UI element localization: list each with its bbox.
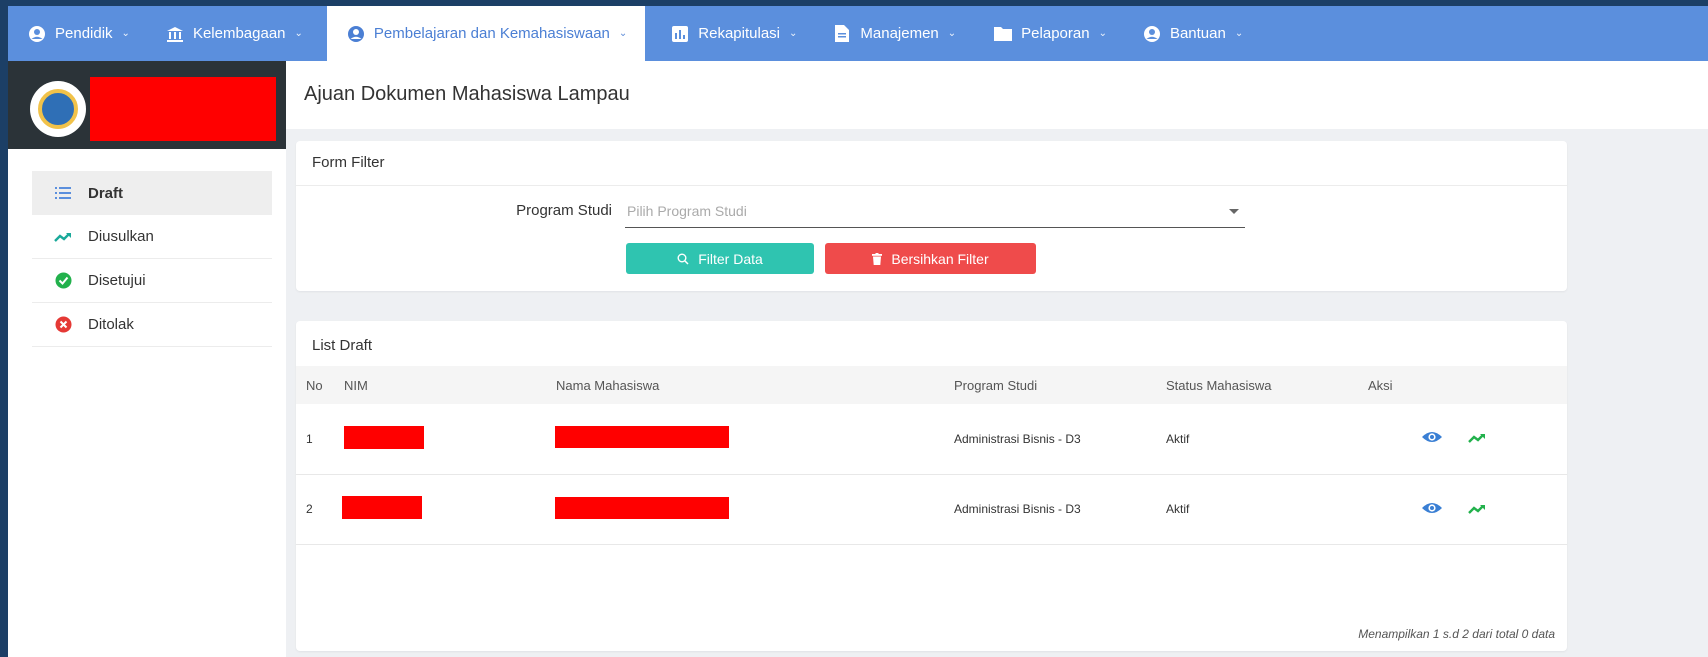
chevron-down-icon: ⌄ <box>121 28 130 39</box>
trash-icon <box>872 252 883 265</box>
program-studi-label: Program Studi <box>516 202 612 219</box>
sidebar: Draft Diusulkan Disetujui Ditolak <box>8 61 286 657</box>
table-row: 1 Administrasi Bisnis - D3 Aktif <box>296 404 1567 474</box>
redacted-student-name <box>555 496 729 519</box>
filter-data-label: Filter Data <box>698 250 763 267</box>
chevron-down-icon: ⌄ <box>1234 28 1244 39</box>
sidebar-item-ditolak[interactable]: Ditolak <box>32 303 272 347</box>
column-header: NIM <box>344 377 368 393</box>
table-row: 2 Administrasi Bisnis - D3 Aktif <box>296 474 1567 544</box>
user-circle-icon <box>347 25 365 43</box>
trend-arrow-icon <box>54 231 72 243</box>
program-studi-placeholder: Pilih Program Studi <box>627 203 747 219</box>
status-cell: Aktif <box>1166 431 1190 446</box>
sidebar-item-label: Draft <box>88 184 124 202</box>
sidebar-item-disetujui[interactable]: Disetujui <box>32 259 272 303</box>
nav-pelaporan[interactable]: Pelaporan ⌄ <box>970 6 1121 61</box>
nav-bantuan[interactable]: Bantuan ⌄ <box>1121 6 1257 61</box>
institution-logo <box>30 81 86 137</box>
nav-pembelajaran[interactable]: Pembelajaran dan Kemahasiswaan ⌄ <box>326 6 646 61</box>
clear-filter-label: Bersihkan Filter <box>891 250 989 267</box>
nav-kelembagaan[interactable]: Kelembagaan ⌄ <box>144 6 317 61</box>
nav-label: Pembelajaran dan Kemahasiswaan <box>373 25 610 42</box>
sidebar-item-label: Diusulkan <box>88 228 154 245</box>
caret-down-icon <box>1229 208 1239 214</box>
program-studi-cell: Administrasi Bisnis - D3 <box>954 502 1081 516</box>
redacted-nim <box>344 425 424 449</box>
nav-label: Rekapitulasi <box>698 25 780 42</box>
clear-filter-button[interactable]: Bersihkan Filter <box>825 243 1036 274</box>
list-icon <box>54 187 72 199</box>
sidebar-item-label: Ditolak <box>88 316 134 333</box>
chevron-down-icon: ⌄ <box>947 28 957 39</box>
check-circle-icon <box>54 272 72 289</box>
redacted-nim <box>342 496 422 519</box>
sidebar-item-diusulkan[interactable]: Diusulkan <box>32 215 272 259</box>
view-eye-icon[interactable] <box>1421 430 1443 444</box>
nav-label: Manajemen <box>860 25 939 42</box>
program-studi-select[interactable]: Pilih Program Studi <box>625 195 1245 228</box>
nav-label: Pelaporan <box>1021 25 1090 42</box>
nav-label: Kelembagaan <box>192 25 286 42</box>
row-number: 2 <box>306 502 313 516</box>
column-header: Status Mahasiswa <box>1166 377 1272 393</box>
nav-manajemen[interactable]: Manajemen ⌄ <box>811 6 970 61</box>
search-icon <box>677 253 689 265</box>
nav-label: Bantuan <box>1169 25 1226 42</box>
institution-icon <box>166 25 184 43</box>
column-header: Aksi <box>1368 377 1393 393</box>
redacted-student-name <box>555 426 729 449</box>
sidebar-item-label: Disetujui <box>88 272 146 289</box>
redacted-user-name <box>90 77 276 141</box>
x-circle-icon <box>54 316 72 333</box>
table-header-row: No NIM Nama Mahasiswa Program Studi Stat… <box>296 366 1567 404</box>
filter-card-title: Form Filter <box>296 141 1567 186</box>
chevron-down-icon: ⌄ <box>618 28 628 39</box>
status-cell: Aktif <box>1166 502 1190 516</box>
row-number: 1 <box>306 431 313 446</box>
view-eye-icon[interactable] <box>1421 501 1443 515</box>
document-icon <box>833 25 851 43</box>
column-header: Program Studi <box>954 377 1038 393</box>
main-content: Ajuan Dokumen Mahasiswa Lampau Form Filt… <box>286 61 1708 657</box>
pagination-info: Menampilkan 1 s.d 2 dari total 0 data <box>1358 627 1555 641</box>
chevron-down-icon: ⌄ <box>294 28 303 39</box>
folder-icon <box>994 25 1013 43</box>
sidebar-item-draft[interactable]: Draft <box>32 171 272 215</box>
list-card: List Draft No NIM Nama Mahasiswa Program… <box>296 321 1567 651</box>
user-circle-icon <box>1143 25 1161 43</box>
nav-rekapitulasi[interactable]: Rekapitulasi ⌄ <box>645 6 811 61</box>
top-navigation: Pendidik ⌄ Kelembagaan ⌄ Pembelajaran da… <box>8 6 1708 61</box>
filter-data-button[interactable]: Filter Data <box>626 243 814 274</box>
list-card-title: List Draft <box>312 337 373 354</box>
chevron-down-icon: ⌄ <box>789 28 798 39</box>
nav-label: Pendidik <box>55 25 113 42</box>
bar-chart-icon <box>671 25 689 43</box>
program-studi-cell: Administrasi Bisnis - D3 <box>954 431 1081 446</box>
draft-table: No NIM Nama Mahasiswa Program Studi Stat… <box>296 366 1567 545</box>
submit-arrow-icon[interactable] <box>1466 503 1488 515</box>
page-title: Ajuan Dokumen Mahasiswa Lampau <box>304 83 630 105</box>
submit-arrow-icon[interactable] <box>1466 432 1488 444</box>
page-header: Ajuan Dokumen Mahasiswa Lampau <box>286 61 1708 129</box>
profile-header <box>8 61 286 149</box>
chevron-down-icon: ⌄ <box>1098 28 1107 39</box>
nav-pendidik[interactable]: Pendidik ⌄ <box>8 6 144 61</box>
sidebar-menu: Draft Diusulkan Disetujui Ditolak <box>8 149 286 347</box>
column-header: Nama Mahasiswa <box>556 377 660 393</box>
user-circle-icon <box>28 25 46 43</box>
column-header: No <box>306 377 323 393</box>
filter-card: Form Filter Program Studi Pilih Program … <box>296 141 1567 291</box>
app-window: Pendidik ⌄ Kelembagaan ⌄ Pembelajaran da… <box>8 6 1708 657</box>
